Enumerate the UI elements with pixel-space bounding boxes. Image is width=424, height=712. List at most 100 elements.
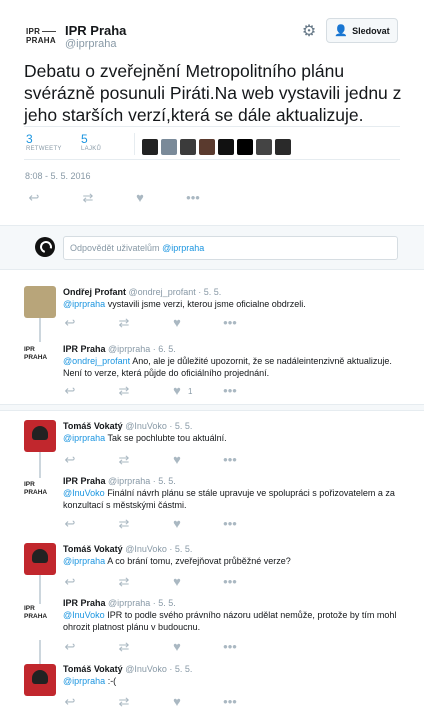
more-icon[interactable]: •••	[222, 315, 238, 330]
logo-line-2: PRAHA	[26, 36, 56, 45]
liker-avatar[interactable]	[218, 139, 234, 155]
reply-mention[interactable]: @InuVoko	[63, 488, 105, 498]
follow-button[interactable]: 👤 Sledovat	[326, 18, 398, 43]
reply-icon[interactable]: ↩	[62, 452, 78, 468]
heart-icon[interactable]: ♥	[169, 315, 185, 330]
retweets-stat[interactable]: 3 RETWEETY	[26, 132, 62, 153]
like-count: 1	[188, 387, 193, 396]
reply-icon[interactable]: ↩	[62, 315, 78, 331]
more-icon[interactable]: •••	[222, 639, 238, 654]
reply-date[interactable]: 5. 5.	[158, 598, 176, 608]
reply-mention[interactable]: @iprpraha	[63, 676, 105, 686]
retweet-icon[interactable]: ⇄	[80, 190, 96, 206]
reply-date[interactable]: 5. 5.	[158, 476, 176, 486]
retweet-icon[interactable]: ⇄	[116, 574, 132, 590]
reply-handle[interactable]: @InuVoko	[125, 544, 167, 554]
heart-icon[interactable]: ♥	[169, 639, 185, 654]
reply-mention[interactable]: @iprpraha	[63, 299, 105, 309]
tweet-stats: 3 RETWEETY 5 LAJKŮ	[24, 126, 400, 160]
likers-avatars	[142, 139, 291, 155]
liker-avatar[interactable]	[180, 139, 196, 155]
reply-author[interactable]: IPR Praha	[63, 344, 106, 354]
reply-text: :-(	[107, 676, 117, 686]
more-icon[interactable]: •••	[222, 516, 238, 531]
retweet-icon[interactable]: ⇄	[116, 516, 132, 532]
likes-label: LAJKŮ	[81, 146, 102, 152]
heart-icon[interactable]: ♥	[169, 516, 185, 531]
reply-handle[interactable]: @ondrej_profant	[129, 287, 196, 297]
heart-icon[interactable]: ♥	[169, 694, 185, 709]
avatar[interactable]	[24, 420, 56, 452]
thread-line	[39, 452, 41, 478]
reply-input[interactable]: Odpovědět uživatelům @iprpraha	[63, 236, 398, 260]
reply-tweet: Tomáš Vokatý @InuVoko · 5. 5. @iprpraha …	[63, 421, 227, 443]
tweet-timestamp[interactable]: 8:08 - 5. 5. 2016	[25, 171, 91, 181]
reply-handle[interactable]: @iprpraha	[108, 598, 150, 608]
heart-icon[interactable]: ♥	[169, 383, 185, 398]
liker-avatar[interactable]	[256, 139, 272, 155]
gear-icon[interactable]: ⚙	[300, 23, 318, 41]
user-avatar	[35, 237, 55, 257]
reply-placeholder: Odpovědět uživatelům	[70, 243, 163, 253]
ipr-logo[interactable]: IPR PRAHA	[24, 481, 56, 507]
reply-date[interactable]: 5. 5.	[175, 664, 193, 674]
reply-icon[interactable]: ↩	[62, 639, 78, 655]
heart-icon[interactable]: ♥	[169, 574, 185, 589]
likes-count: 5	[81, 132, 88, 146]
reply-icon[interactable]: ↩	[62, 383, 78, 399]
reply-mention[interactable]: @iprpraha	[63, 556, 105, 566]
liker-avatar[interactable]	[161, 139, 177, 155]
retweet-icon[interactable]: ⇄	[116, 315, 132, 331]
ipr-logo[interactable]: IPR PRAHA	[24, 346, 56, 372]
ipr-logo[interactable]: IPR PRAHA	[26, 27, 57, 45]
liker-avatar[interactable]	[275, 139, 291, 155]
reply-text: vystavili jsme verzi, kterou jsme oficia…	[107, 299, 306, 309]
reply-icon[interactable]: ↩	[62, 516, 78, 532]
more-icon[interactable]: •••	[222, 694, 238, 709]
reply-author[interactable]: Tomáš Vokatý	[63, 664, 123, 674]
reply-author[interactable]: Tomáš Vokatý	[63, 544, 123, 554]
reply-mention[interactable]: @InuVoko	[63, 610, 105, 620]
retweet-icon[interactable]: ⇄	[116, 452, 132, 468]
tweet-header: IPR PRAHA IPR Praha @iprpraha ⚙ 👤 Sledov…	[0, 0, 424, 60]
ipr-logo[interactable]: IPR PRAHA	[24, 605, 56, 631]
reply-date[interactable]: 5. 5.	[204, 287, 222, 297]
more-icon[interactable]: •••	[222, 383, 238, 398]
reply-author[interactable]: Tomáš Vokatý	[63, 421, 123, 431]
heart-icon[interactable]: ♥	[169, 452, 185, 467]
reply-bar: Odpovědět uživatelům @iprpraha	[0, 225, 424, 270]
retweet-icon[interactable]: ⇄	[116, 383, 132, 399]
reply-date[interactable]: 6. 5.	[158, 344, 176, 354]
retweet-icon[interactable]: ⇄	[116, 694, 132, 710]
reply-author[interactable]: IPR Praha	[63, 598, 106, 608]
reply-mention[interactable]: @iprpraha	[63, 433, 105, 443]
avatar[interactable]	[24, 664, 56, 696]
retweets-count: 3	[26, 132, 33, 146]
likes-stat[interactable]: 5 LAJKŮ	[81, 132, 102, 153]
retweet-icon[interactable]: ⇄	[116, 639, 132, 655]
reply-icon[interactable]: ↩	[62, 694, 78, 710]
reply-author[interactable]: IPR Praha	[63, 476, 106, 486]
reply-handle[interactable]: @iprpraha	[108, 476, 150, 486]
heart-icon[interactable]: ♥	[132, 190, 148, 205]
more-icon[interactable]: •••	[185, 190, 201, 205]
reply-handle[interactable]: @InuVoko	[125, 421, 167, 431]
avatar[interactable]	[24, 543, 56, 575]
reply-icon[interactable]: ↩	[62, 574, 78, 590]
reply-mention[interactable]: @ondrej_profant	[63, 356, 130, 366]
reply-icon[interactable]: ↩	[26, 190, 42, 206]
reply-placeholder-handle: @iprpraha	[162, 243, 205, 253]
reply-handle[interactable]: @InuVoko	[125, 664, 167, 674]
reply-date[interactable]: 5. 5.	[175, 421, 193, 431]
reply-author[interactable]: Ondřej Profant	[63, 287, 126, 297]
liker-avatar[interactable]	[199, 139, 215, 155]
liker-avatar[interactable]	[142, 139, 158, 155]
more-icon[interactable]: •••	[222, 574, 238, 589]
more-icon[interactable]: •••	[222, 452, 238, 467]
author-handle[interactable]: @iprpraha	[65, 38, 117, 50]
avatar[interactable]	[24, 286, 56, 318]
reply-date[interactable]: 5. 5.	[175, 544, 193, 554]
reply-handle[interactable]: @iprpraha	[108, 344, 150, 354]
liker-avatar[interactable]	[237, 139, 253, 155]
author-name[interactable]: IPR Praha	[65, 23, 126, 38]
